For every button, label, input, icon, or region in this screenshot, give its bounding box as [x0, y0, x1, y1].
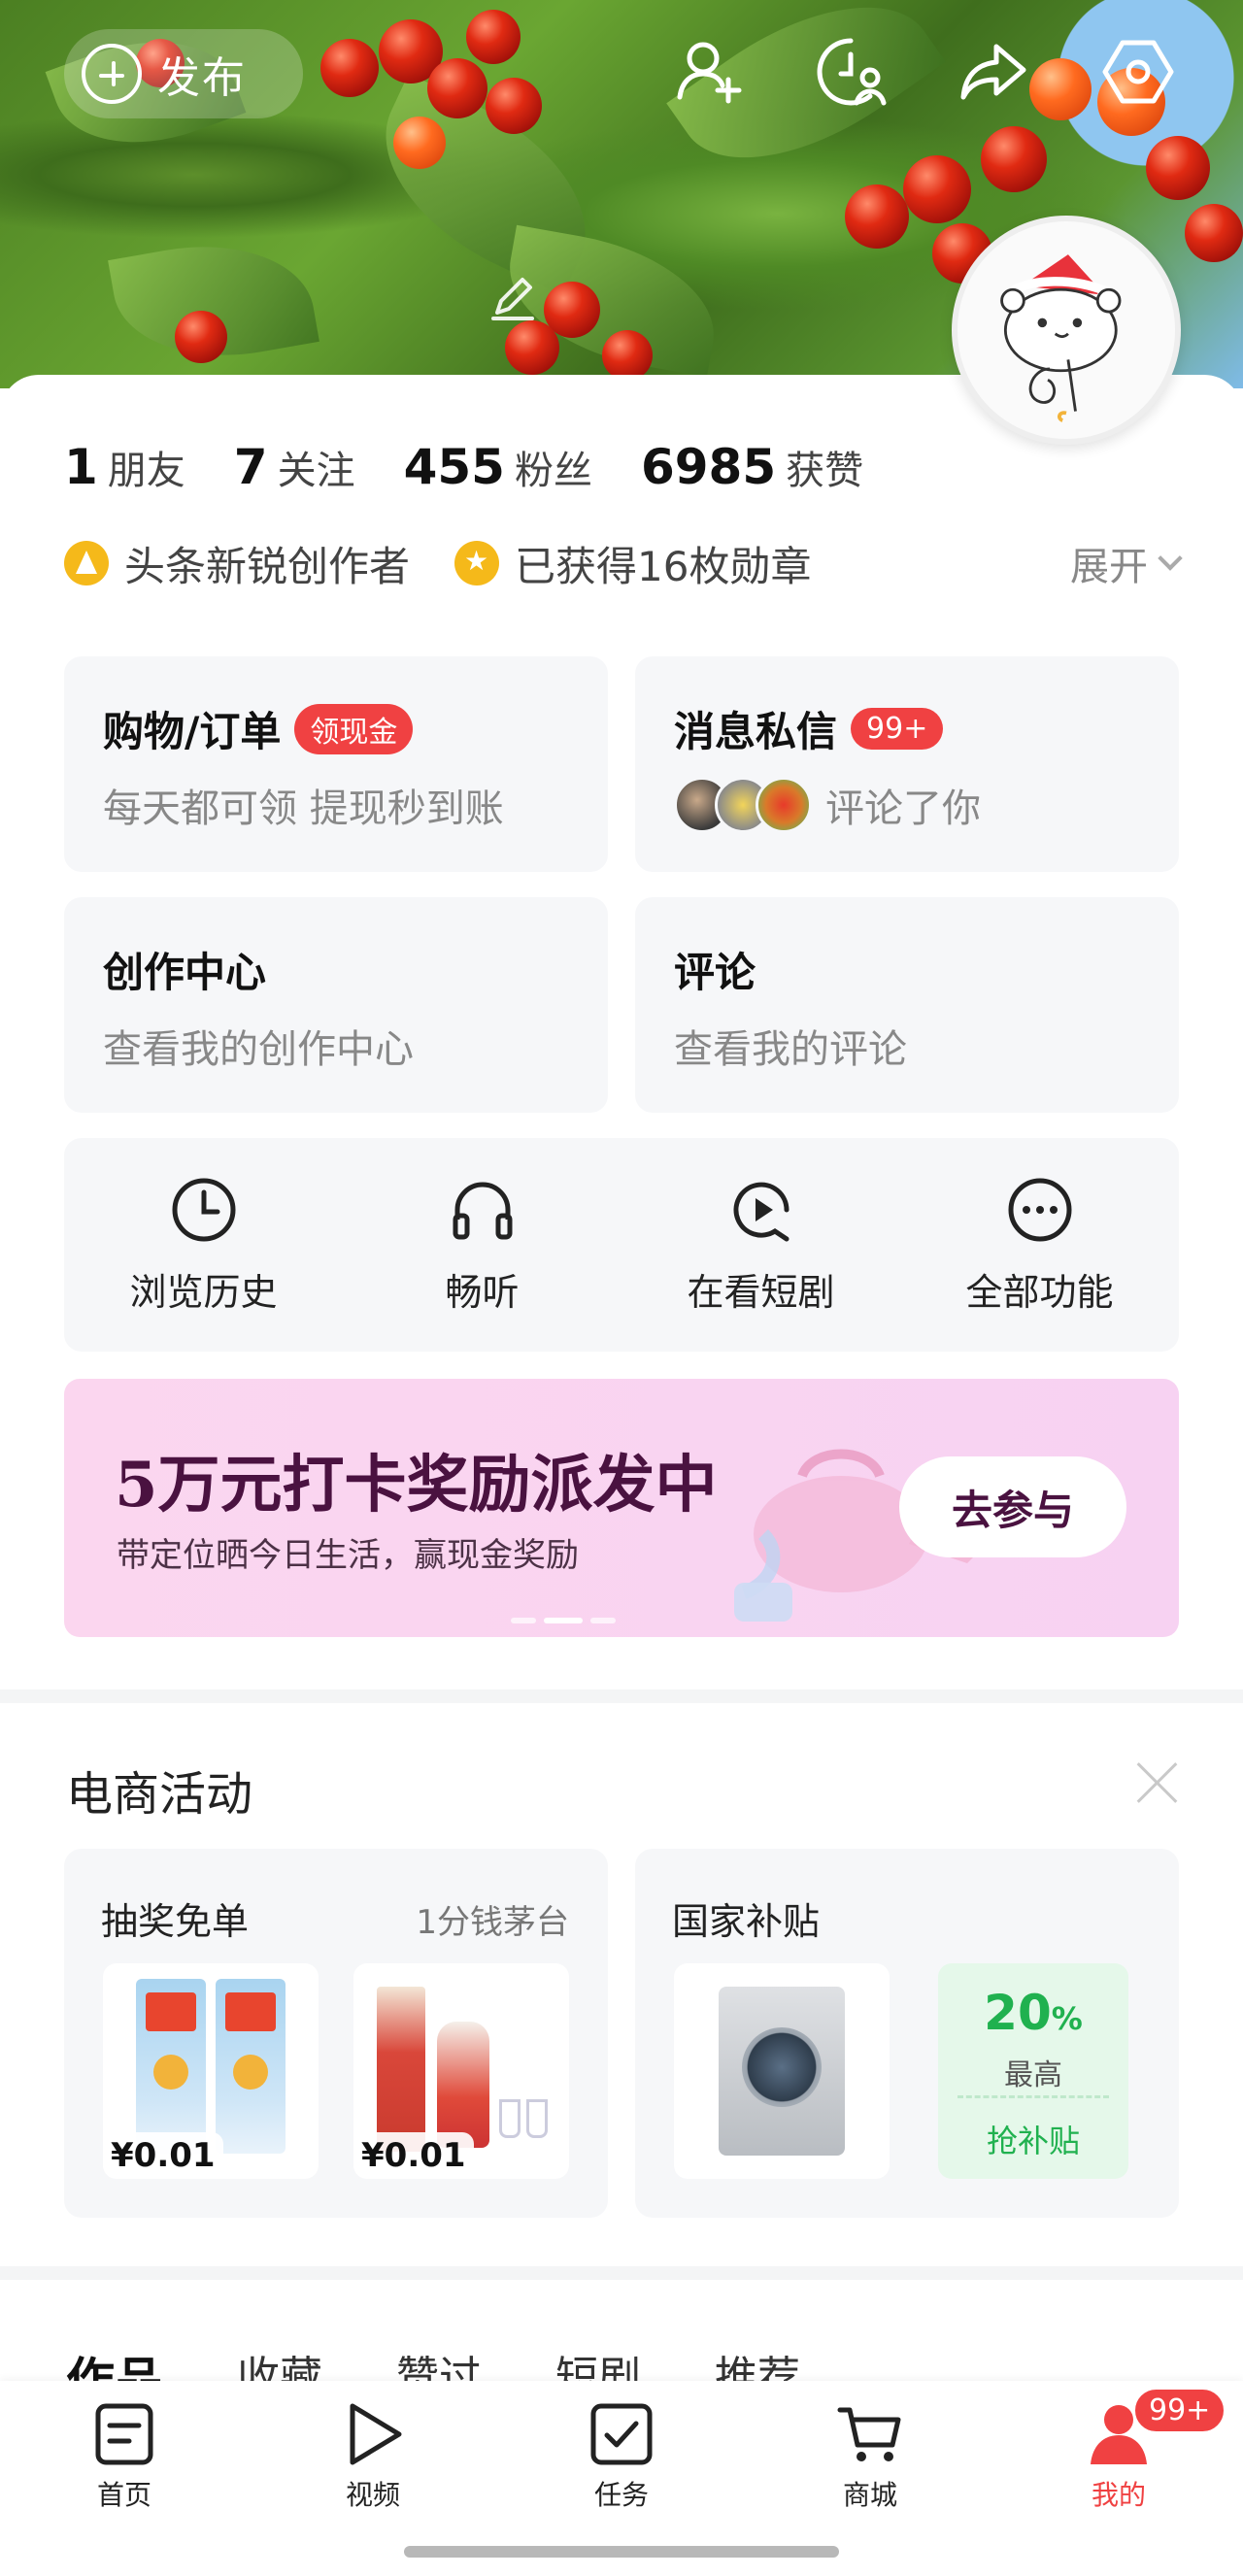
close-icon[interactable]: [1136, 1761, 1179, 1804]
expand-button[interactable]: 展开: [1070, 532, 1183, 594]
banner-sub: 带定位晒今日生活，赢现金奖励: [117, 1536, 579, 1575]
badges-row: 头条新锐创作者 已获得16枚勋章 展开: [64, 532, 1183, 594]
commenter-avatars: [674, 777, 812, 833]
nav-mine-badge: 99+: [1132, 2387, 1227, 2434]
tool-listen[interactable]: 畅听: [343, 1138, 622, 1352]
nav-video[interactable]: 视频: [295, 2400, 451, 2513]
creator-badge-label[interactable]: 头条新锐创作者: [124, 534, 410, 593]
rice-price: ¥0.01: [103, 2132, 223, 2179]
tab-liked[interactable]: 赞过: [396, 2342, 482, 2381]
tool-short-drama-label: 在看短剧: [687, 1270, 835, 1314]
join-button[interactable]: 去参与: [899, 1456, 1126, 1557]
messages-title: 消息私信: [674, 708, 838, 755]
grab-subsidy-button[interactable]: 抢补贴: [938, 2117, 1128, 2161]
share-icon[interactable]: [956, 33, 1033, 111]
tool-short-drama[interactable]: 在看短剧: [622, 1138, 900, 1352]
tab-works[interactable]: 作品: [66, 2342, 163, 2381]
messages-sub: 评论了你: [825, 786, 981, 831]
tab-favorites[interactable]: 收藏: [237, 2342, 322, 2381]
play-circle-icon: [733, 1182, 789, 1241]
nav-task-label: 任务: [593, 2479, 649, 2511]
edit-cover-icon[interactable]: [486, 270, 540, 324]
section-divider: [0, 2266, 1243, 2280]
comments-card[interactable]: 评论 查看我的评论: [635, 897, 1179, 1113]
creation-title: 创作中心: [103, 949, 267, 996]
chevron-down-icon: [1158, 546, 1183, 571]
comments-title: 评论: [674, 949, 756, 996]
stat-friends[interactable]: 1 朋友: [64, 439, 185, 495]
play-icon: [350, 2403, 402, 2465]
shopping-orders-card[interactable]: 购物/订单 领现金 每天都可领 提现秒到账: [64, 656, 608, 872]
lottery-card[interactable]: 抽奖免单 1分钱茅台 ¥0.01 ¥0.01: [64, 1849, 608, 2218]
content-tabs: 作品 收藏 赞过 短剧 推荐: [66, 2342, 800, 2381]
shopping-title: 购物/订单: [103, 708, 282, 755]
messages-card[interactable]: 消息私信 99+ 评论了你: [635, 656, 1179, 872]
task-check-icon: [590, 2403, 653, 2465]
stat-followers[interactable]: 455 粉丝: [404, 439, 592, 495]
home-indicator[interactable]: [404, 2546, 839, 2558]
stats-row: 1 朋友 7 关注 455 粉丝 6985 获赞: [64, 439, 912, 495]
nav-home[interactable]: 首页: [47, 2400, 202, 2513]
banner-headline: 5万元打卡奖励派发中: [115, 1449, 718, 1522]
washing-machine-product[interactable]: [674, 1963, 890, 2179]
cash-pill: 领现金: [294, 703, 414, 754]
cart-icon: [837, 2407, 901, 2461]
stat-likes[interactable]: 6985 获赞: [641, 439, 863, 495]
tool-all-functions[interactable]: 全部功能: [900, 1138, 1179, 1352]
stat-following[interactable]: 7 关注: [234, 439, 355, 495]
headphones-icon: [453, 1182, 512, 1239]
expand-label: 展开: [1070, 545, 1148, 589]
nav-video-label: 视频: [345, 2479, 400, 2511]
settings-icon[interactable]: [1099, 33, 1177, 111]
add-friend-icon[interactable]: [670, 33, 748, 111]
medal-icon: [454, 541, 500, 585]
creation-center-card[interactable]: 创作中心 查看我的创作中心: [64, 897, 608, 1113]
tools-row: 浏览历史 畅听 在看短剧 全部功能: [64, 1138, 1179, 1352]
home-doc-icon: [95, 2403, 153, 2465]
subsidy-coupon[interactable]: 20% 最高 抢补贴: [938, 1963, 1128, 2179]
tool-history-label: 浏览历史: [129, 1270, 278, 1314]
promo-banner[interactable]: 5万元打卡奖励派发中 带定位晒今日生活，赢现金奖励 去参与: [64, 1379, 1179, 1637]
lottery-title: 抽奖免单: [101, 1900, 250, 1943]
tab-short-drama[interactable]: 短剧: [555, 2342, 641, 2381]
section-divider: [0, 1689, 1243, 1703]
tool-history[interactable]: 浏览历史: [64, 1138, 343, 1352]
publish-label: 发布: [157, 53, 247, 103]
avatar[interactable]: [952, 216, 1181, 445]
lottery-right-label: 1分钱茅台: [416, 1903, 569, 1942]
subsidy-max-label: 最高: [1004, 2058, 1062, 2092]
moutai-price: ¥0.01: [353, 2132, 474, 2179]
nav-task[interactable]: 任务: [544, 2400, 699, 2513]
nav-mall[interactable]: 商城: [792, 2400, 948, 2513]
shopping-sub: 每天都可领 提现秒到账: [103, 786, 504, 831]
nav-home-label: 首页: [96, 2479, 151, 2511]
carousel-dots: [511, 1618, 616, 1623]
moutai-product[interactable]: ¥0.01: [353, 1963, 569, 2179]
subsidy-percent: 20%: [984, 1985, 1083, 2041]
tab-recommend[interactable]: 推荐: [715, 2342, 800, 2381]
ecommerce-title: 电商活动: [66, 1767, 253, 1822]
clock-icon: [172, 1178, 235, 1241]
more-icon: [1008, 1178, 1071, 1241]
creator-badge-icon: [64, 541, 109, 585]
visitor-icon[interactable]: [812, 33, 890, 111]
tool-listen-label: 畅听: [445, 1270, 520, 1314]
comments-sub: 查看我的评论: [674, 1027, 907, 1072]
publish-button[interactable]: 发布: [64, 29, 303, 118]
unread-badge: 99+: [851, 708, 944, 750]
nav-mall-label: 商城: [842, 2479, 897, 2511]
plus-icon: [82, 44, 142, 104]
tool-all-functions-label: 全部功能: [965, 1270, 1114, 1314]
medals-label[interactable]: 已获得16枚勋章: [515, 534, 811, 593]
subsidy-title: 国家补贴: [672, 1900, 821, 1943]
nav-mine-label: 我的: [1091, 2479, 1146, 2511]
rice-product[interactable]: ¥0.01: [103, 1963, 319, 2179]
creation-sub: 查看我的创作中心: [103, 1027, 414, 1072]
subsidy-card[interactable]: 国家补贴 20% 最高 抢补贴: [635, 1849, 1179, 2218]
